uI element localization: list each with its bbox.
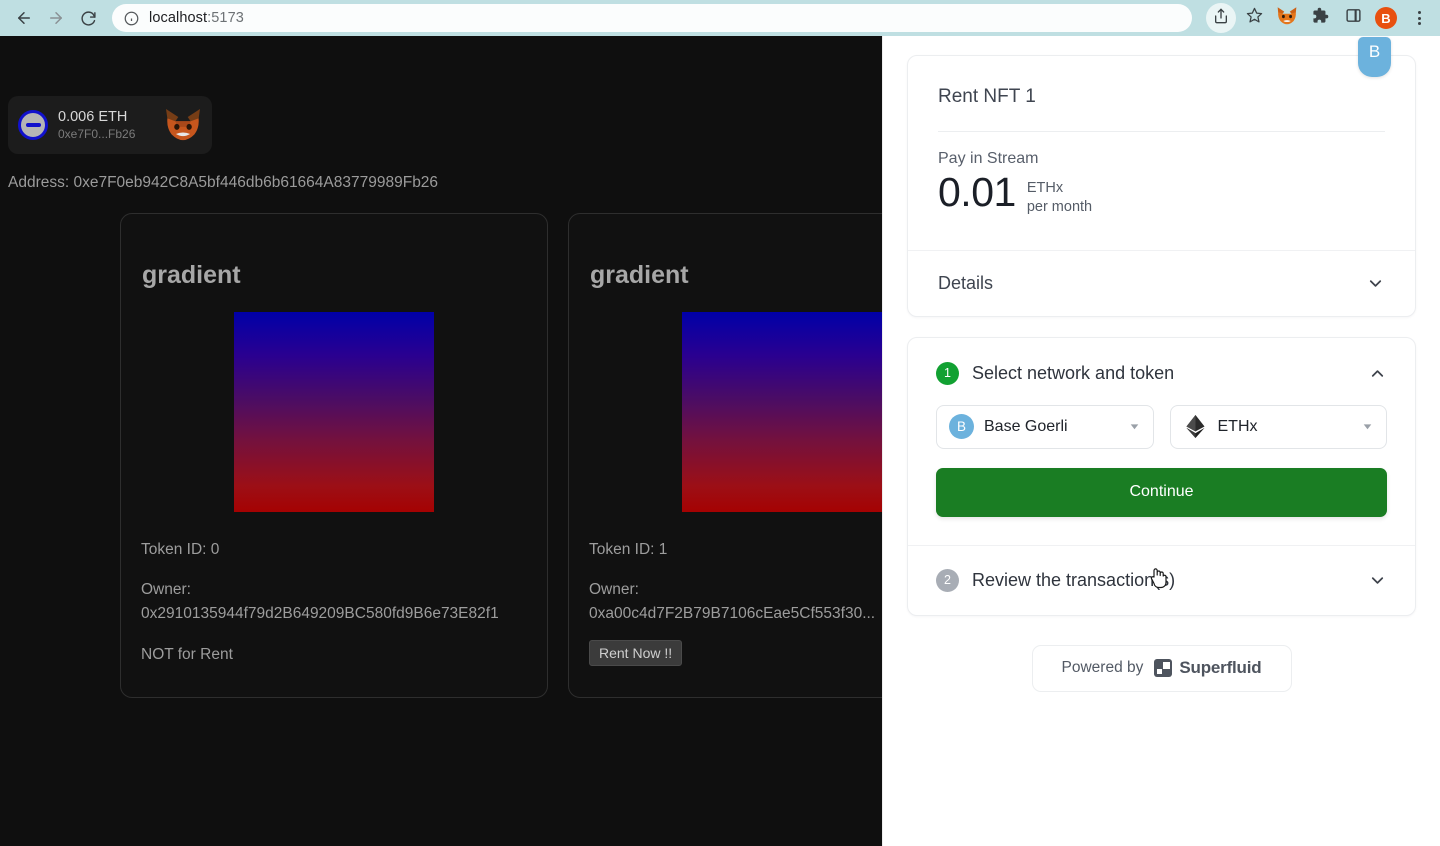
step-1-body: B Base Goerli ETHx Continue xyxy=(908,404,1415,545)
reload-button[interactable] xyxy=(72,2,104,34)
wallet-full-address: Address: 0xe7F0eb942C8A5bf446db6b61664A8… xyxy=(8,174,439,191)
side-panel-button[interactable] xyxy=(1338,3,1368,33)
ethereum-diamond-icon xyxy=(1183,414,1208,439)
widget-summary-top: B Rent NFT 1 Pay in Stream 0.01 ETHx per… xyxy=(908,37,1415,251)
stream-amount: 0.01 xyxy=(938,169,1016,215)
wallet-info: 0.006 ETH 0xe7F0...Fb26 xyxy=(58,109,154,141)
amount-row: 0.01 ETHx per month xyxy=(938,170,1385,217)
back-button[interactable] xyxy=(8,2,40,34)
three-dot-menu-icon xyxy=(1417,11,1421,25)
page-content: 0.006 ETH 0xe7F0...Fb26 Address: 0xe7F0e… xyxy=(0,36,1440,846)
superfluid-checkout-panel: B Rent NFT 1 Pay in Stream 0.01 ETHx per… xyxy=(882,36,1440,846)
dropdown-caret-icon xyxy=(1128,420,1141,433)
network-token-selectors: B Base Goerli ETHx xyxy=(936,404,1387,449)
network-select-value: Base Goerli xyxy=(984,417,1068,435)
browser-menu-button[interactable] xyxy=(1404,3,1434,33)
dropdown-caret-icon xyxy=(1361,420,1374,433)
metamask-extension-button[interactable] xyxy=(1272,3,1302,33)
back-arrow-icon xyxy=(15,9,33,27)
powered-by-label: Powered by xyxy=(1061,659,1144,677)
widget-summary-card: B Rent NFT 1 Pay in Stream 0.01 ETHx per… xyxy=(907,37,1416,317)
token-select[interactable]: ETHx xyxy=(1169,404,1387,449)
stream-unit: ETHx per month xyxy=(1027,170,1092,217)
step-2-header[interactable]: 2 Review the transaction(s) xyxy=(908,546,1415,615)
browser-toolbar: localhost:5173 B xyxy=(0,0,1440,36)
forward-arrow-icon xyxy=(47,9,65,27)
nft-gradient-image xyxy=(234,312,434,512)
step-1-number: 1 xyxy=(936,361,959,385)
bookmark-star-icon xyxy=(1246,7,1263,29)
browser-action-icons: B xyxy=(1206,0,1434,36)
powered-by-badge[interactable]: Powered by Superfluid xyxy=(1031,644,1292,692)
metamask-fox-icon xyxy=(164,108,202,142)
stream-period: per month xyxy=(1026,198,1093,215)
forward-button[interactable] xyxy=(40,2,72,34)
details-accordion[interactable]: Details xyxy=(908,249,1415,316)
chevron-down-icon xyxy=(1366,274,1385,293)
step-2-label: Review the transaction(s) xyxy=(972,569,1176,590)
navigation-buttons xyxy=(0,2,104,34)
network-badge: B xyxy=(1358,37,1391,77)
reload-icon xyxy=(80,10,97,27)
nft-gradient-image xyxy=(682,312,882,512)
token-select-value: ETHx xyxy=(1217,417,1258,435)
profile-button[interactable]: B xyxy=(1371,3,1401,33)
step-2-number: 2 xyxy=(936,568,959,592)
goerli-network-icon xyxy=(18,110,48,140)
avatar: B xyxy=(1375,7,1397,29)
url-port: :5173 xyxy=(207,10,244,26)
divider xyxy=(938,131,1385,132)
metamask-extension-icon xyxy=(1276,6,1298,31)
share-button[interactable] xyxy=(1206,3,1236,33)
continue-button[interactable]: Continue xyxy=(936,467,1387,517)
stream-token: ETHx xyxy=(1026,180,1064,196)
nft-owner-label: Owner: xyxy=(141,581,191,599)
address-bar[interactable]: localhost:5173 xyxy=(112,4,1192,32)
superfluid-wordmark: Superfluid xyxy=(1179,658,1262,678)
rent-now-button[interactable]: Rent Now !! xyxy=(589,640,683,667)
url-host: localhost xyxy=(149,10,208,26)
chevron-down-icon[interactable] xyxy=(1368,571,1387,590)
chevron-up-icon[interactable] xyxy=(1368,364,1387,383)
bookmark-button[interactable] xyxy=(1239,3,1269,33)
base-goerli-icon: B xyxy=(949,414,974,440)
wallet-widget[interactable]: 0.006 ETH 0xe7F0...Fb26 xyxy=(8,96,212,154)
step-1-header[interactable]: 1 Select network and token xyxy=(908,338,1415,405)
nft-metadata: Token ID: 0 Owner: 0x2910135944f79d2B649… xyxy=(141,538,527,667)
network-select[interactable]: B Base Goerli xyxy=(936,404,1154,449)
extensions-puzzle-icon xyxy=(1312,7,1329,29)
nft-title: gradient xyxy=(142,261,241,289)
nft-card-list: gradient Token ID: 0 Owner: 0x2910135944… xyxy=(120,213,996,698)
superfluid-logo: Superfluid xyxy=(1154,658,1262,678)
wallet-address-short: 0xe7F0...Fb26 xyxy=(58,127,136,141)
details-label: Details xyxy=(938,272,994,293)
url-text: localhost:5173 xyxy=(149,10,244,26)
nft-card: gradient Token ID: 0 Owner: 0x2910135944… xyxy=(120,213,548,698)
step-1-label: Select network and token xyxy=(972,362,1175,383)
wallet-balance: 0.006 ETH xyxy=(58,109,128,125)
widget-title: Rent NFT 1 xyxy=(938,86,1036,107)
checkout-steps-card: 1 Select network and token B Base Goerli xyxy=(907,336,1416,616)
pay-in-stream-label: Pay in Stream xyxy=(938,150,1039,167)
extensions-button[interactable] xyxy=(1305,3,1335,33)
nft-rent-status: NOT for Rent xyxy=(141,646,233,664)
superfluid-mark-icon xyxy=(1154,659,1173,678)
nft-owner-address: 0x2910135944f79d2B649209BC580fd9B6e73E82… xyxy=(141,605,499,623)
nft-token-id: Token ID: 0 xyxy=(141,541,220,558)
site-info-icon[interactable] xyxy=(124,11,139,26)
side-panel-icon xyxy=(1345,7,1362,29)
share-icon xyxy=(1213,8,1229,29)
